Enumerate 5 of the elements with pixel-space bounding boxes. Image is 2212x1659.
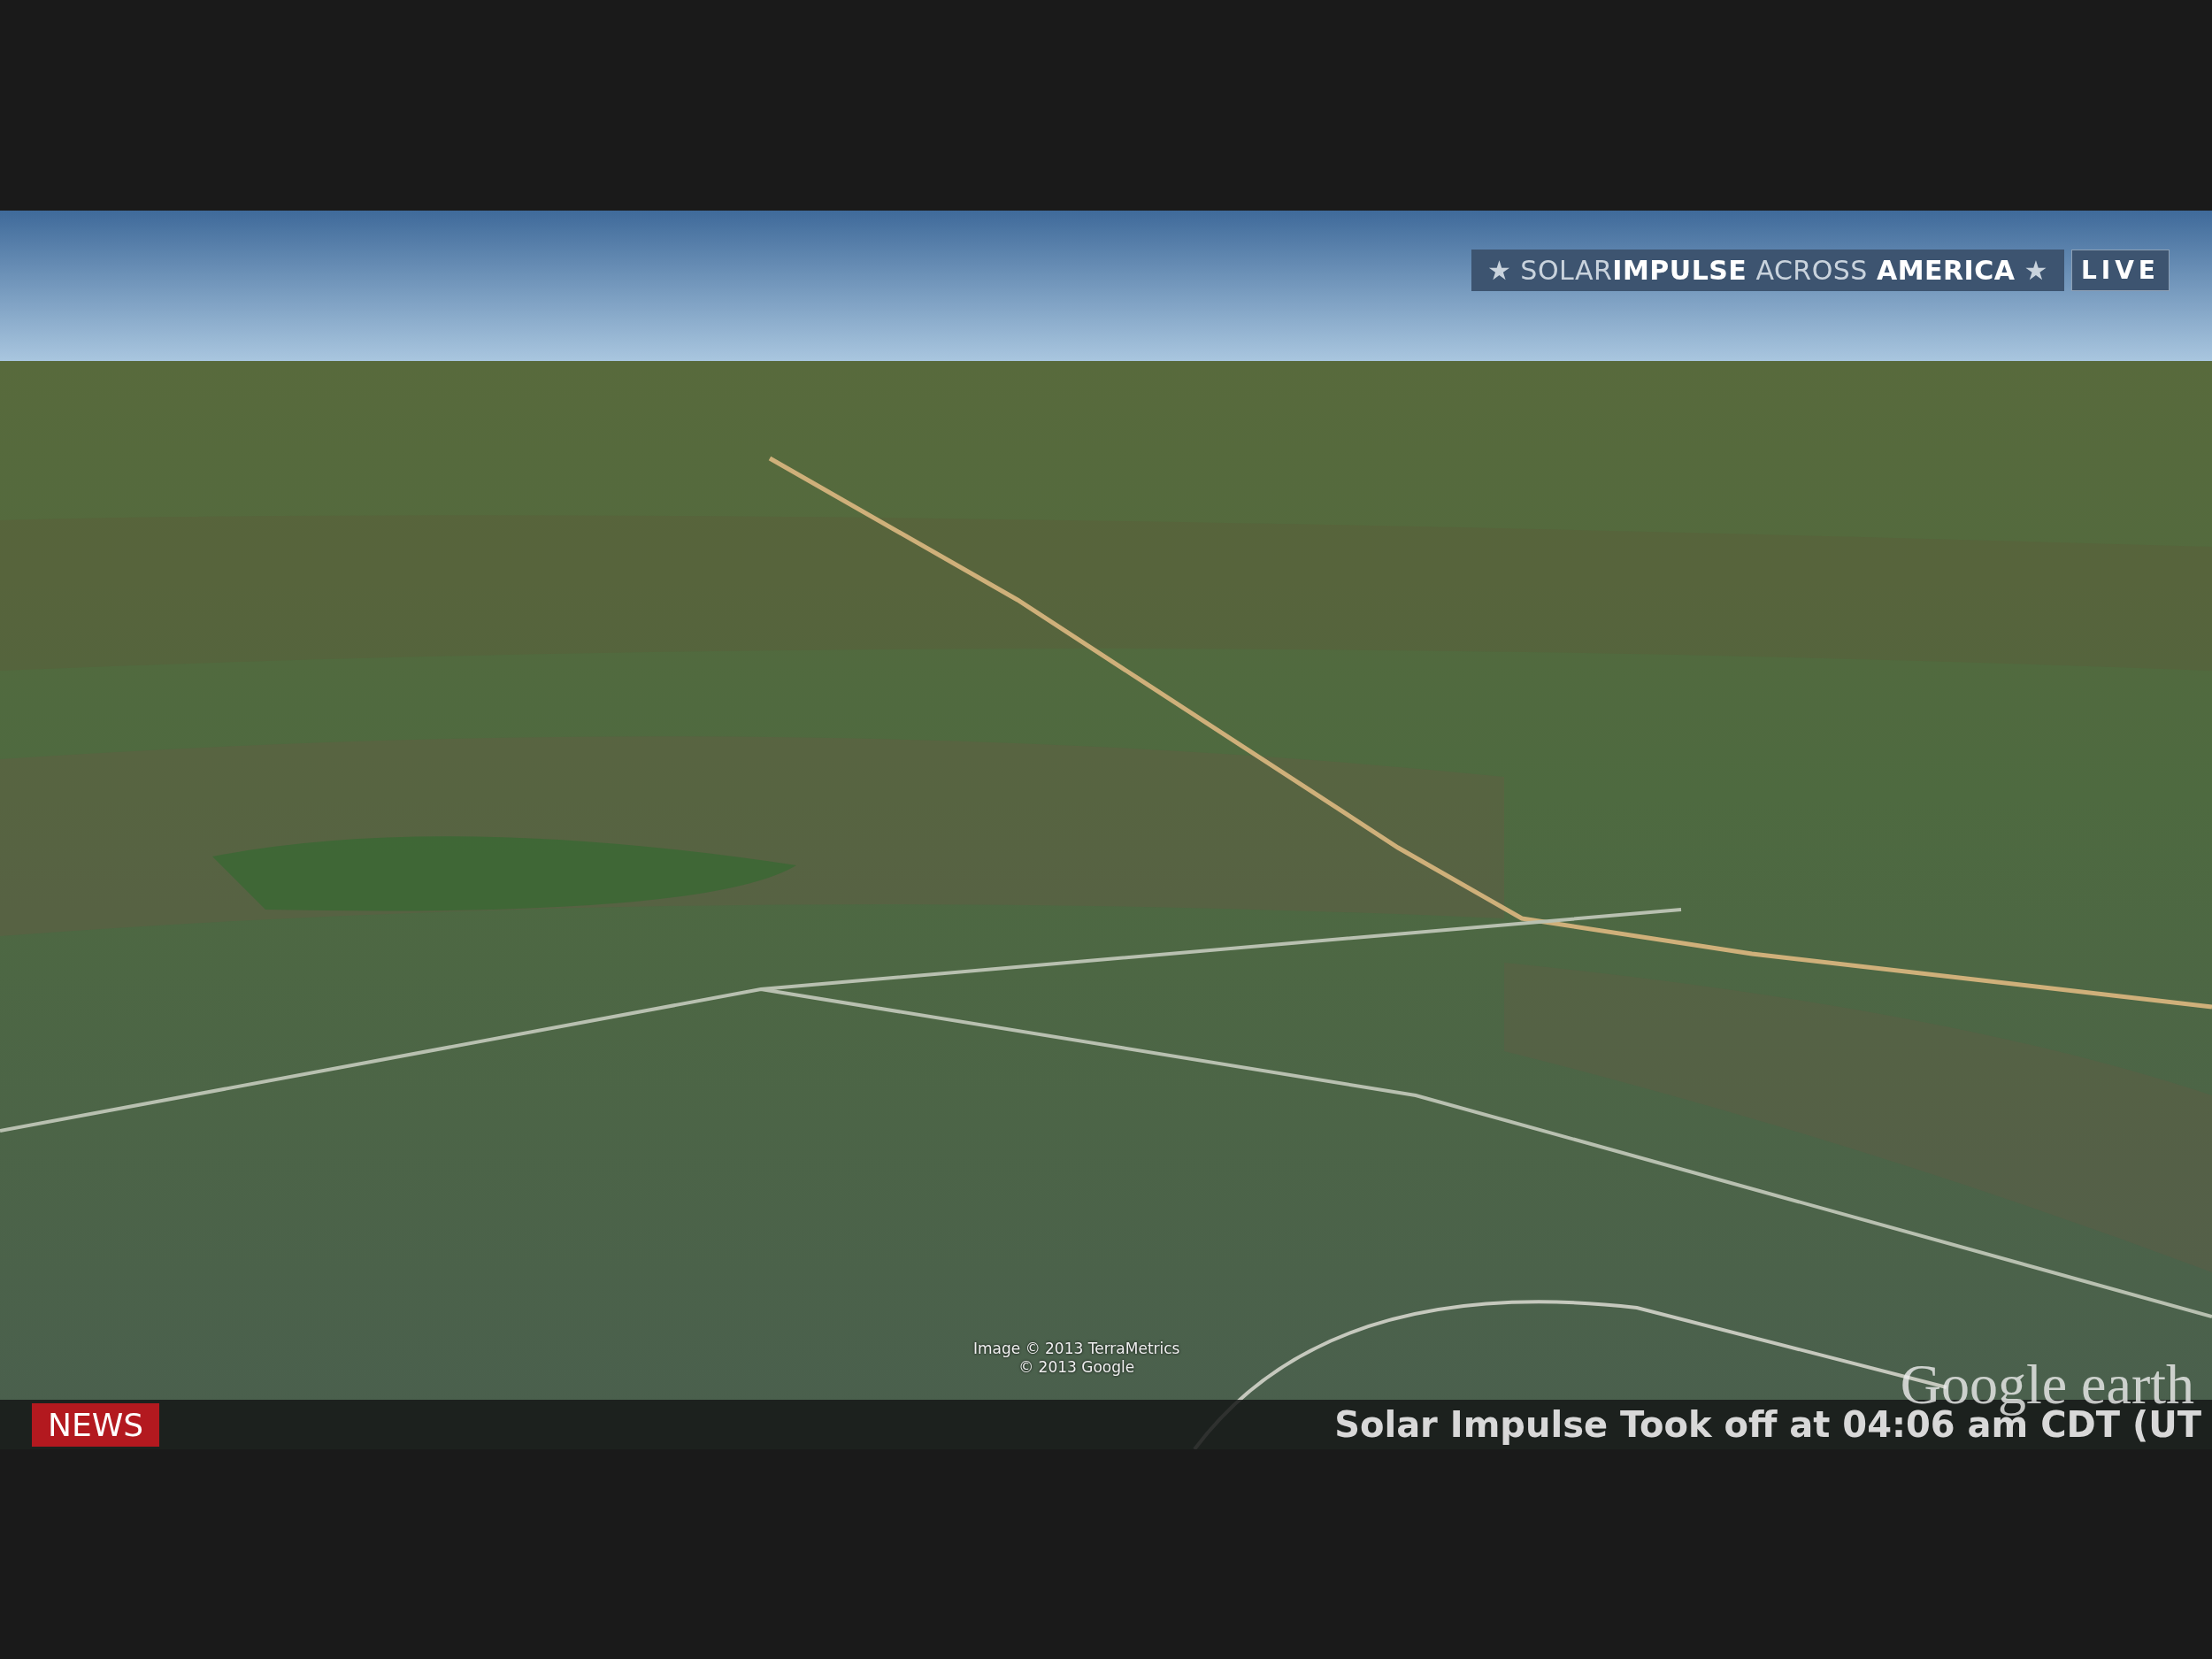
program-title: ★ SOLARIMPULSE ACROSS AMERICA ★ — [1471, 250, 2064, 291]
live-badge: LIVE — [2070, 250, 2170, 291]
imagery-credit: Image © 2013 TerraMetrics — [973, 1340, 1180, 1359]
news-label: NEWS — [32, 1402, 160, 1447]
imagery-credit: © 2013 Google — [1018, 1358, 1136, 1378]
